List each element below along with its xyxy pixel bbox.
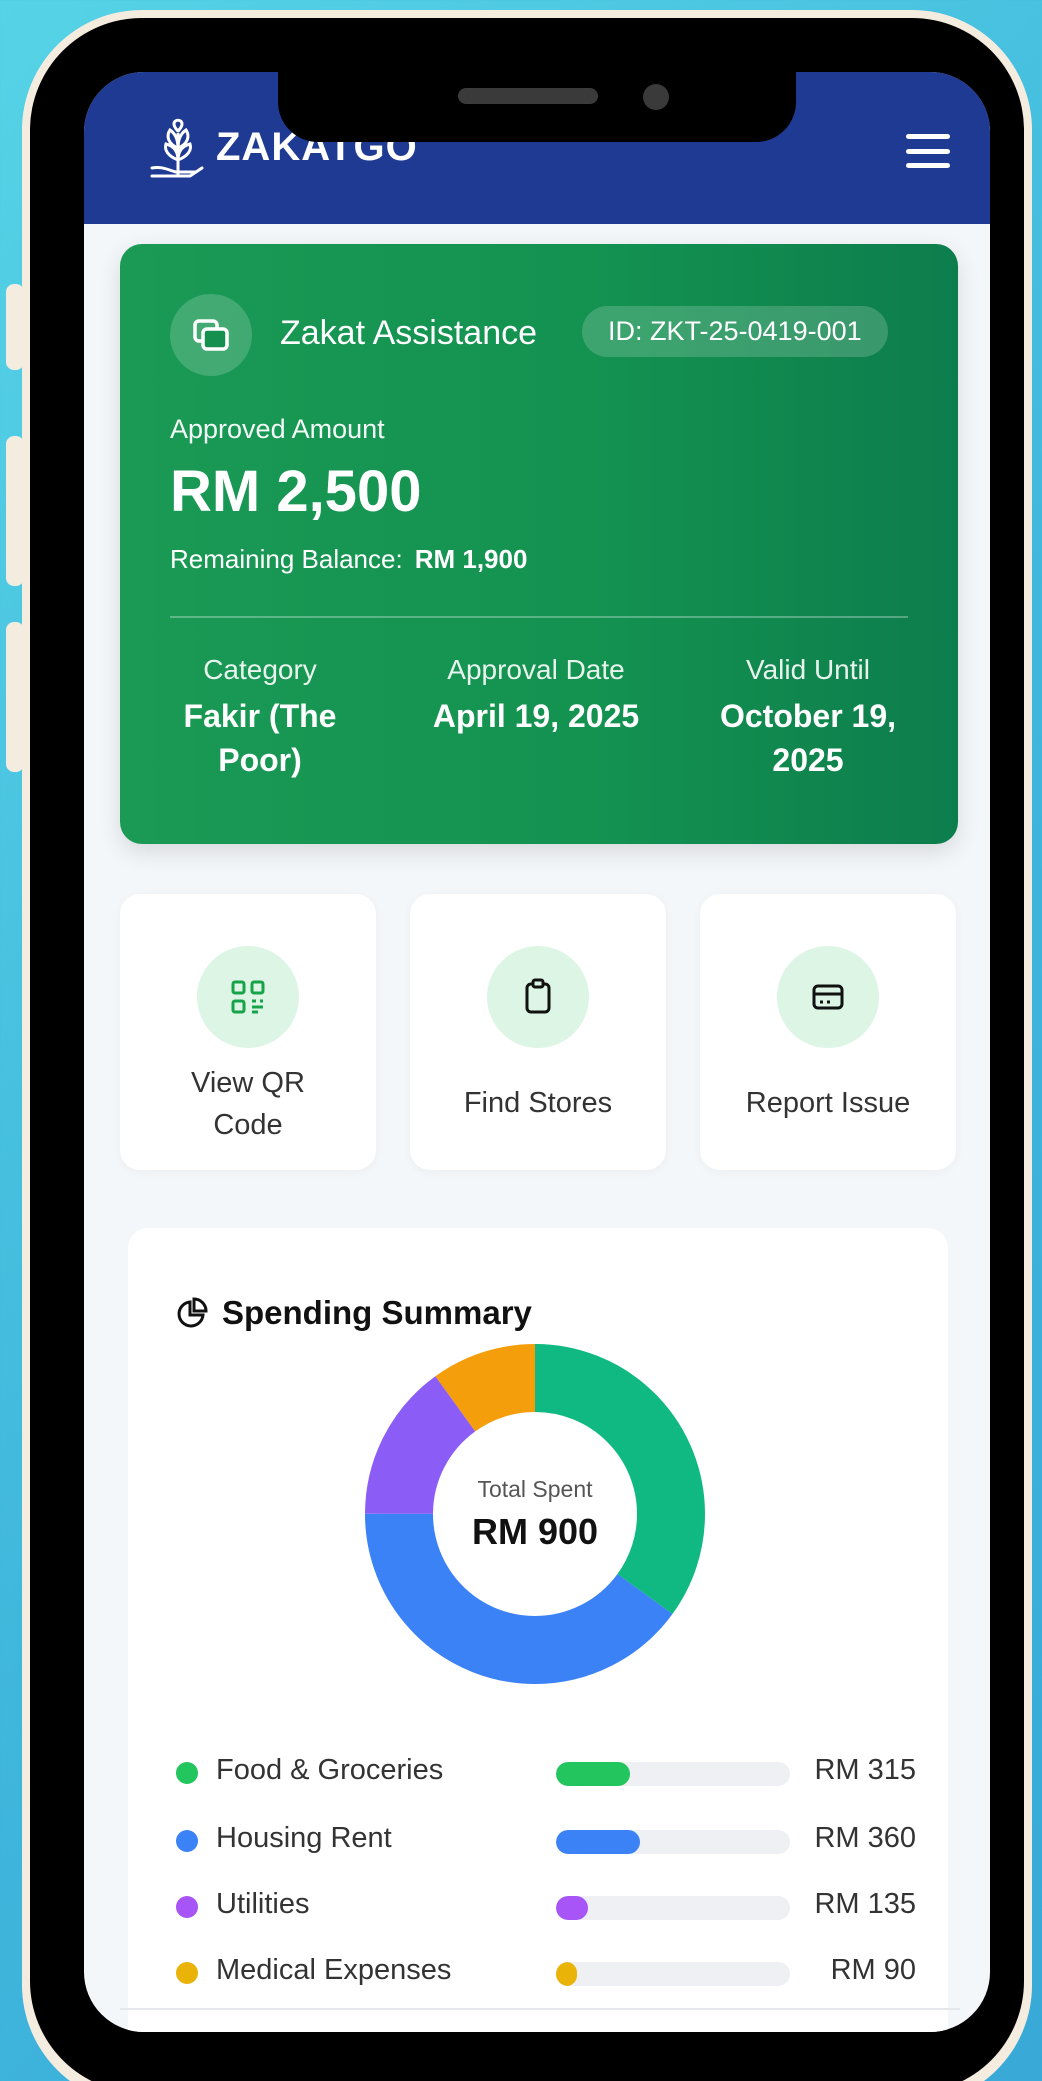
- remaining-balance-label: Remaining Balance:: [170, 544, 403, 574]
- legend-dot: [176, 1830, 198, 1852]
- category-label: Category: [203, 654, 317, 685]
- approved-amount-label: Approved Amount: [170, 414, 385, 444]
- legend-label: Utilities: [216, 1888, 310, 1920]
- valid-until-info: Valid Until October 19, 2025: [698, 654, 918, 782]
- card-divider: [170, 616, 908, 618]
- valid-until-label: Valid Until: [746, 654, 870, 685]
- legend-dot: [176, 1762, 198, 1784]
- view-qr-code-button[interactable]: View QR Code: [120, 894, 376, 1170]
- phone-notch: [278, 70, 796, 142]
- total-spent-label: Total Spent: [477, 1475, 593, 1502]
- hamburger-menu-icon[interactable]: [906, 134, 950, 168]
- valid-until-value-line2: 2025: [772, 742, 844, 778]
- assistance-card: Zakat Assistance ID: ZKT-25-0419-001 App…: [120, 244, 958, 844]
- wallet-icon: [170, 294, 252, 376]
- legend-row-medical-expenses: Medical Expenses RM 90: [176, 1952, 916, 1992]
- card-icon: [777, 946, 879, 1048]
- legend-progress-fill: [556, 1962, 578, 1986]
- notch-speaker: [458, 88, 598, 104]
- assistance-id-badge: ID: ZKT-25-0419-001: [582, 306, 888, 357]
- view-qr-label-line1: View QR: [191, 1067, 305, 1099]
- total-spent-value: RM 900: [471, 1510, 599, 1552]
- phone-side-button: [6, 622, 24, 772]
- bottom-divider: [120, 2008, 960, 2010]
- legend-progress-track: [556, 1962, 790, 1986]
- legend-progress-track: [556, 1762, 790, 1786]
- find-stores-label: Find Stores: [463, 1087, 613, 1119]
- legend-progress-fill: [556, 1762, 630, 1786]
- legend-value: RM 90: [830, 1954, 916, 1986]
- spending-summary-title: Spending Summary: [222, 1294, 532, 1331]
- legend-row-utilities: Utilities RM 135: [176, 1886, 916, 1926]
- assistance-title: Zakat Assistance: [280, 314, 538, 352]
- legend-row-food-groceries: Food & Groceries RM 315: [176, 1752, 916, 1792]
- legend-value: RM 360: [814, 1822, 916, 1854]
- report-issue-label: Report Issue: [745, 1087, 911, 1119]
- spending-summary-card: Spending Summary Total Spent RM 900 Food…: [128, 1228, 948, 2032]
- legend-value: RM 135: [814, 1888, 916, 1920]
- qr-code-icon: [197, 946, 299, 1048]
- phone-side-button: [6, 436, 24, 586]
- report-issue-button[interactable]: Report Issue: [700, 894, 956, 1170]
- legend-label: Housing Rent: [216, 1822, 392, 1854]
- approval-date-info: Approval Date April 19, 2025: [406, 654, 666, 738]
- pie-chart-icon: [177, 1297, 208, 1328]
- legend-dot: [176, 1962, 198, 1984]
- legend-progress-fill: [556, 1830, 641, 1854]
- legend-label: Medical Expenses: [216, 1954, 452, 1986]
- approval-date-value: April 19, 2025: [432, 698, 640, 734]
- legend-row-housing-rent: Housing Rent RM 360: [176, 1820, 916, 1860]
- view-qr-label-line2: Code: [213, 1109, 283, 1141]
- clipboard-icon: [487, 946, 589, 1048]
- plant-hand-logo-icon: [150, 118, 204, 178]
- legend-progress-track: [556, 1830, 790, 1854]
- remaining-balance: Remaining Balance: RM 1,900: [170, 544, 527, 575]
- approval-date-label: Approval Date: [447, 654, 625, 685]
- find-stores-button[interactable]: Find Stores: [410, 894, 666, 1170]
- legend-progress-track: [556, 1896, 790, 1920]
- legend-label: Food & Groceries: [216, 1754, 444, 1786]
- donut-center: Total Spent RM 900: [365, 1344, 705, 1684]
- app-screen: ZAKATGO Zakat Assistance ID: ZKT-25-0419…: [84, 72, 990, 2032]
- legend-dot: [176, 1896, 198, 1918]
- legend-value: RM 315: [814, 1754, 916, 1786]
- category-info: Category Fakir (The Poor): [170, 654, 350, 782]
- category-value-line2: Poor): [218, 742, 302, 778]
- spending-summary-header: Spending Summary: [176, 1294, 532, 1332]
- remaining-balance-value: RM 1,900: [414, 544, 528, 574]
- category-value-line1: Fakir (The: [183, 698, 337, 734]
- notch-camera: [643, 84, 669, 110]
- approved-amount-value: RM 2,500: [170, 459, 422, 524]
- phone-side-button: [6, 284, 24, 370]
- legend-progress-fill: [556, 1896, 588, 1920]
- valid-until-value-line1: October 19,: [719, 698, 897, 734]
